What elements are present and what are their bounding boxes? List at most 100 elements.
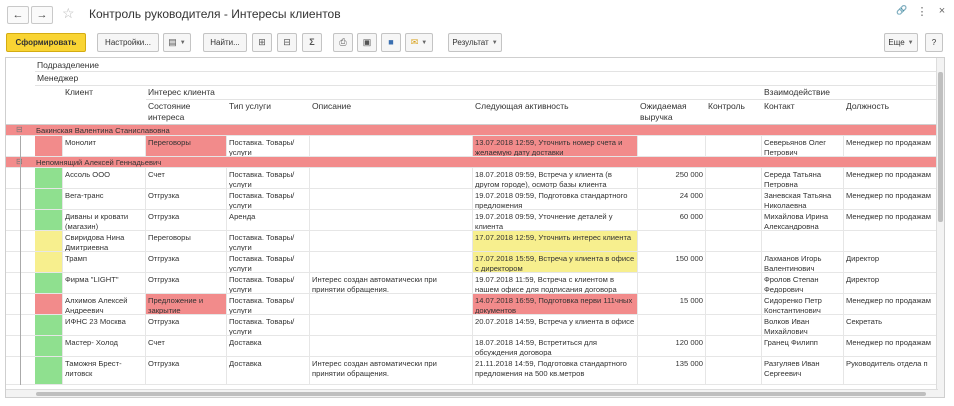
cell-service[interactable]: Поставка. Товары/услуги [227,273,310,293]
back-button[interactable]: ← [7,6,29,24]
group-row[interactable]: ⊟Непомнящий Алексей Геннадьевич [6,157,938,168]
cell-position[interactable]: Директор [844,273,938,293]
cell-description[interactable] [310,252,473,272]
cell-position[interactable]: Руководитель отдела п [844,357,938,384]
cell-position[interactable] [844,231,938,251]
cell-control[interactable] [706,315,762,335]
cell-control[interactable] [706,189,762,209]
result-button[interactable]: Результат ▼ [448,33,502,52]
variants-button[interactable]: ▤ ▼ [163,33,191,52]
cell-revenue[interactable]: 24 000 [638,189,706,209]
cell-contact[interactable]: Лахманов Игорь Валентинович [762,252,844,272]
cell-contact[interactable]: Фролов Степан Федорович [762,273,844,293]
cell-description[interactable] [310,136,473,156]
cell-description[interactable]: Интерес создан автоматически при приняти… [310,273,473,293]
sum-button[interactable]: Σ [302,33,322,52]
cell-state[interactable]: Отгрузка [146,273,227,293]
cell-activity[interactable]: 17.07.2018 12:59, Уточнить интерес клиен… [473,231,638,251]
cell-revenue[interactable] [638,231,706,251]
cell-activity[interactable]: 13.07.2018 12:59, Уточнить номер счета и… [473,136,638,156]
cell-activity[interactable]: 21.11.2018 14:59, Подготовка стандартног… [473,357,638,384]
cell-client[interactable]: ИФНС 23 Москва [63,315,146,335]
collapse-group-icon[interactable]: ⊟ [16,125,23,134]
cell-control[interactable] [706,294,762,314]
cell-revenue[interactable]: 150 000 [638,252,706,272]
table-row[interactable]: Монолит Переговоры Поставка. Товары/услуги… [6,136,938,157]
cell-contact[interactable]: Гранец Филипп [762,336,844,356]
cell-client[interactable]: Монолит [63,136,146,156]
cell-revenue[interactable] [638,136,706,156]
cell-state[interactable]: Счет [146,168,227,188]
cell-position[interactable]: Менеджер по продажам [844,294,938,314]
cell-activity[interactable]: 18.07.2018 14:59, Встретиться для обсужд… [473,336,638,356]
cell-revenue[interactable]: 120 000 [638,336,706,356]
cell-control[interactable] [706,252,762,272]
cell-client[interactable]: Вега-транс [63,189,146,209]
cell-state[interactable]: Отгрузка [146,252,227,272]
save-button[interactable]: ■ [381,33,401,52]
cell-revenue[interactable]: 135 000 [638,357,706,384]
cell-state[interactable]: Отгрузка [146,357,227,384]
more-button[interactable]: Еще ▼ [884,33,918,52]
cell-activity[interactable]: 17.07.2018 15:59, Встреча у клиента в оф… [473,252,638,272]
cell-service[interactable]: Поставка. Товары/услуги [227,252,310,272]
cell-activity[interactable]: 20.07.2018 14:59, Встреча у клиента в оф… [473,315,638,335]
horizontal-scrollbar[interactable] [6,389,938,397]
cell-control[interactable] [706,336,762,356]
group-row[interactable]: ⊟ Бакинская Валентина Станиславовна [6,125,938,136]
cell-position[interactable]: Менеджер по продажам [844,136,938,156]
table-row[interactable]: Таможня Брест-литовск Отгрузка Доставка Инт… [6,357,938,385]
horizontal-scroll-thumb[interactable] [36,392,926,396]
cell-client[interactable]: Фирма "LIGHT" [63,273,146,293]
cell-description[interactable] [310,189,473,209]
vertical-scrollbar[interactable] [936,58,944,397]
cell-description[interactable]: Интерес создан автоматически при приняти… [310,357,473,384]
cell-description[interactable] [310,168,473,188]
cell-activity[interactable]: 19.07.2018 11:59, Встреча с клиентом в н… [473,273,638,293]
cell-service[interactable]: Поставка. Товары/услуги [227,136,310,156]
cell-client[interactable]: Мастер- Холод [63,336,146,356]
table-row[interactable]: Трамп Отгрузка Поставка. Товары/услуги 17.0… [6,252,938,273]
cell-position[interactable]: Менеджер по продажам [844,336,938,356]
cell-client[interactable]: Трамп [63,252,146,272]
cell-state[interactable]: Отгрузка [146,315,227,335]
cell-control[interactable] [706,168,762,188]
cell-service[interactable]: Аренда [227,210,310,230]
menu-icon[interactable]: ⋮ [916,5,928,18]
cell-client[interactable]: Таможня Брест-литовск [63,357,146,384]
cell-service[interactable]: Поставка. Товары/услуги [227,231,310,251]
cell-contact[interactable]: Заневская Татьяна Николаевна [762,189,844,209]
cell-client[interactable]: Ассоль ООО [63,168,146,188]
table-row[interactable]: Ассоль ООО Счет Поставка. Товары/услуги 18.… [6,168,938,189]
table-row[interactable]: Мастер- Холод Счет Доставка 18.07.2018 14:5… [6,336,938,357]
cell-description[interactable] [310,315,473,335]
forward-button[interactable]: → [31,6,53,24]
cell-contact[interactable]: Северьянов Олег Петрович [762,136,844,156]
cell-description[interactable] [310,336,473,356]
cell-revenue[interactable] [638,273,706,293]
cell-position[interactable]: Менеджер по продажам [844,189,938,209]
cell-state[interactable]: Отгрузка [146,189,227,209]
find-button[interactable]: Найти... [203,33,247,52]
cell-state[interactable]: Счет [146,336,227,356]
link-icon[interactable]: 🔗 [896,5,908,18]
cell-description[interactable] [310,210,473,230]
cell-revenue[interactable]: 15 000 [638,294,706,314]
cell-state[interactable]: Переговоры [146,136,227,156]
generate-button[interactable]: Сформировать [6,33,86,52]
cell-service[interactable]: Поставка. Товары/услуги [227,168,310,188]
preview-button[interactable]: ▣ [357,33,377,52]
vertical-scroll-thumb[interactable] [938,72,943,222]
cell-state[interactable]: Отгрузка [146,210,227,230]
cell-activity[interactable]: 14.07.2018 16:59, Подготовка перви 111чн… [473,294,638,314]
cell-service[interactable]: Поставка. Товары/услуги [227,189,310,209]
cell-control[interactable] [706,210,762,230]
print-button[interactable]: ⎙ [333,33,353,52]
expand-button[interactable]: ⊞ [252,33,272,52]
cell-revenue[interactable]: 60 000 [638,210,706,230]
cell-service[interactable]: Доставка [227,357,310,384]
cell-contact[interactable]: Сидоренко Петр Константинович [762,294,844,314]
close-icon[interactable]: × [936,5,948,18]
cell-control[interactable] [706,357,762,384]
cell-contact[interactable] [762,231,844,251]
